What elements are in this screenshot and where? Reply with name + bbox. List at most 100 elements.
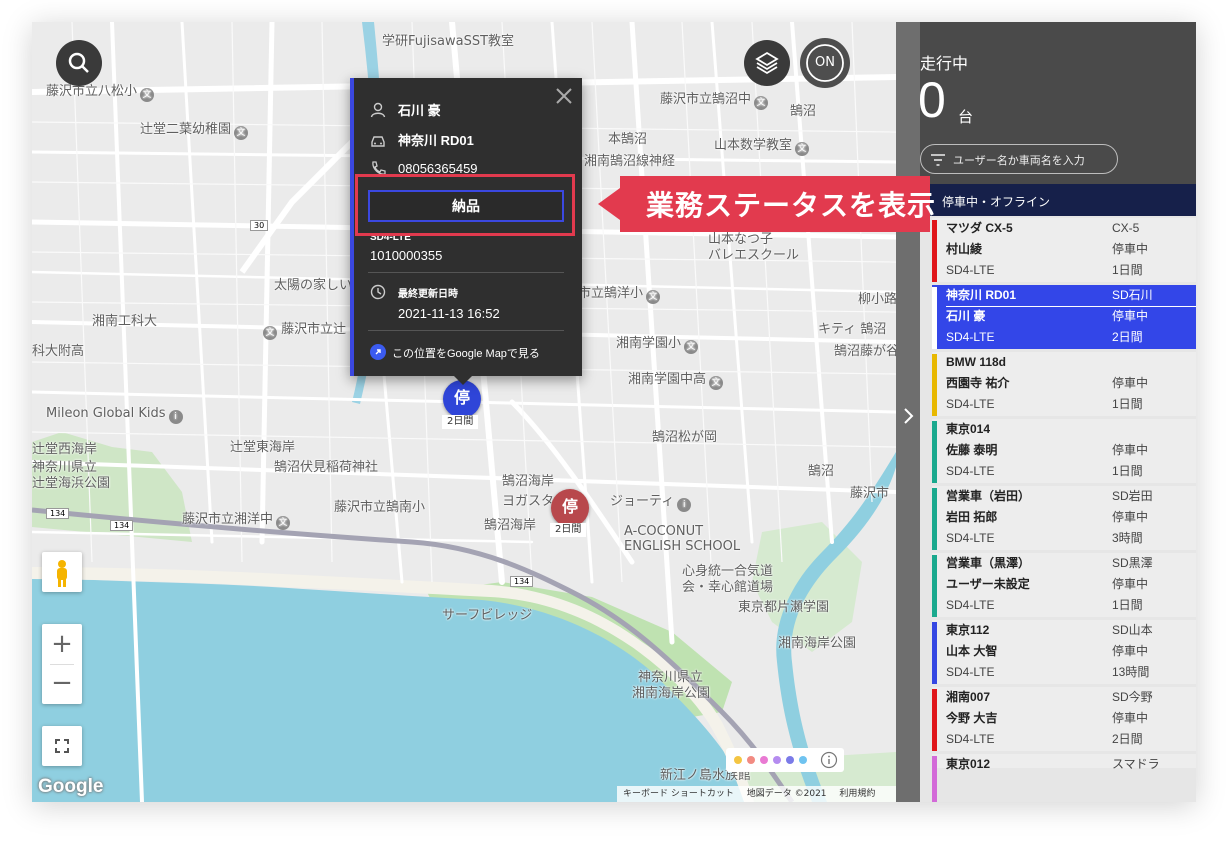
- driver-name: 石川 豪: [398, 103, 441, 118]
- map-label: 辻堂東海岸: [230, 440, 296, 455]
- map-label: 鵠沼: [808, 464, 835, 479]
- device-type: SD4-LTE: [946, 732, 995, 746]
- map-label: 湘南海岸公園: [778, 636, 857, 651]
- vehicle-list-item[interactable]: 営業車（岩田） SD岩田 岩田 拓郎 停車中 SD4-LTE 3時間: [932, 486, 1196, 550]
- legend-color-dot: [760, 756, 768, 764]
- map-label: バレエスクール: [708, 248, 800, 263]
- last-update-label: 最終更新日時: [398, 289, 458, 300]
- search-icon: [68, 52, 89, 73]
- zoom-control: + −: [42, 624, 82, 704]
- map-label: 湘南学園中高文: [628, 372, 724, 390]
- map-label: 藤沢市: [850, 486, 890, 501]
- map-label: 文 藤沢市立辻: [260, 322, 346, 340]
- section-title: 停車中・オフライン: [942, 195, 1051, 209]
- external-link-icon: [370, 344, 386, 360]
- map-view[interactable]: 学研FujisawaSST教室 藤沢市立八松小文 辻堂二葉幼稚園文 藤沢市立鵠沼…: [32, 22, 896, 802]
- vehicle-code: SD山本: [1112, 623, 1153, 637]
- driver-row: 石川 豪: [370, 100, 441, 119]
- route-shield: 134: [46, 508, 70, 519]
- map-label: 山本数学教室文: [714, 138, 810, 156]
- driver-name: 石川 豪: [946, 309, 986, 323]
- panel-header: 走行中 0 台 ユーザー名か車両名を入力: [896, 22, 1196, 184]
- device-type: SD4-LTE: [946, 464, 995, 478]
- layers-button[interactable]: [744, 40, 790, 86]
- map-label: 藤沢市立鵠沼中文: [660, 92, 769, 110]
- stop-duration: 2日間: [1112, 330, 1143, 344]
- tracking-toggle[interactable]: ON: [800, 38, 850, 88]
- map-label: 鵠沼海岸: [502, 474, 555, 489]
- close-icon[interactable]: [554, 86, 574, 106]
- vehicle-color-bar: [932, 488, 937, 550]
- vehicle-filter-input[interactable]: ユーザー名か車両名を入力: [920, 144, 1118, 174]
- vehicle-name: 神奈川 RD01: [398, 133, 474, 148]
- user-icon: [370, 102, 386, 118]
- map-label: 鵠沼海岸: [484, 518, 537, 533]
- vehicle-list-item[interactable]: マツダ CX-5 CX-5 村山綾 停車中 SD4-LTE 1日間: [932, 218, 1196, 282]
- map-label: 鵠沼藤が谷: [834, 344, 896, 359]
- map-label: 心身統一合気道: [682, 564, 774, 579]
- vehicle-row: 神奈川 RD01: [370, 130, 474, 149]
- popup-pointer: [454, 376, 472, 385]
- vehicle-color-bar: [932, 689, 937, 751]
- stop-duration: 1日間: [1112, 598, 1143, 612]
- vehicle-name: BMW 118d: [946, 355, 1007, 369]
- vehicle-list-item[interactable]: BMW 118d 西園寺 祐介 停車中 SD4-LTE 1日間: [932, 352, 1196, 416]
- map-label: 本鵠沼: [608, 132, 648, 147]
- map-label: 会・幸心館道場: [682, 580, 774, 595]
- map-label: ジョーティ i: [610, 494, 692, 512]
- vehicle-name: マツダ CX-5: [946, 221, 1013, 235]
- vehicle-name: 営業車（岩田）: [946, 489, 1031, 503]
- device-type: SD4-LTE: [946, 330, 995, 344]
- fullscreen-icon: [55, 739, 69, 753]
- last-update-time: 2021-11-13 16:52: [398, 306, 500, 321]
- search-button[interactable]: [56, 40, 102, 86]
- stop-duration: 1日間: [1112, 397, 1143, 411]
- vehicle-list-panel: 走行中 0 台 ユーザー名か車両名を入力 停車中・オフライン マツダ CX-5 C…: [896, 22, 1196, 802]
- vehicle-list-item[interactable]: 湘南007 SD今野 今野 大吉 停車中 SD4-LTE 2日間: [932, 687, 1196, 751]
- vehicle-code: SD黒澤: [1112, 556, 1153, 570]
- map-label: 藤沢市立八松小文: [46, 84, 155, 102]
- vehicle-code: SD岩田: [1112, 489, 1153, 503]
- color-legend[interactable]: [726, 748, 844, 772]
- map-label: 辻堂西海岸: [32, 442, 98, 457]
- vehicle-list-item[interactable]: 東京112 SD山本 山本 大智 停車中 SD4-LTE 13時間: [932, 620, 1196, 684]
- map-label: 東京都片瀬学園: [738, 600, 830, 615]
- zoom-in-button[interactable]: +: [42, 624, 82, 664]
- vehicle-list-item[interactable]: 営業車（黒澤） SD黒澤 ユーザー未設定 停車中 SD4-LTE 1日間: [932, 553, 1196, 617]
- car-icon: [371, 136, 385, 147]
- marker-duration-label: 2日間: [550, 523, 587, 537]
- vehicle-color-bar: [932, 287, 937, 349]
- vehicle-list-item[interactable]: 東京012 スマドラ: [932, 754, 1196, 802]
- map-label: 山本なつ子: [708, 232, 774, 247]
- fullscreen-button[interactable]: [42, 726, 82, 766]
- keyboard-shortcuts-link[interactable]: キーボード ショートカット: [623, 789, 734, 799]
- vehicle-code: スマドラ: [1112, 757, 1160, 771]
- street-view-button[interactable]: [42, 552, 82, 592]
- stop-duration: 3時間: [1112, 531, 1143, 545]
- map-label: キティ 鵠沼: [818, 322, 887, 337]
- vehicle-color-bar: [932, 622, 937, 684]
- divider: [368, 272, 564, 273]
- map-label: 藤沢市立鵠南小: [334, 500, 426, 515]
- vehicle-name: 湘南007: [946, 690, 991, 704]
- map-label: 辻堂二葉幼稚園文: [140, 122, 249, 140]
- stop-duration: 1日間: [1112, 464, 1143, 478]
- vehicle-marker[interactable]: 停: [551, 489, 589, 527]
- vehicle-name: 神奈川 RD01: [946, 288, 1017, 302]
- vehicle-code: SD石川: [1112, 288, 1153, 302]
- row-divider: [946, 306, 1196, 307]
- zoom-out-button[interactable]: −: [42, 664, 82, 704]
- map-label: ENGLISH SCHOOL: [624, 539, 741, 554]
- vehicle-name: 東京014: [946, 422, 991, 436]
- google-map-link[interactable]: この位置をGoogle Mapで見る: [370, 344, 540, 361]
- terms-link[interactable]: 利用規約: [839, 789, 875, 799]
- filter-placeholder: ユーザー名か車両名を入力: [953, 154, 1085, 167]
- vehicle-list-item[interactable]: 東京014 佐藤 泰明 停車中 SD4-LTE 1日間: [932, 419, 1196, 483]
- vehicle-list-item[interactable]: 神奈川 RD01 SD石川 石川 豪 停車中 SD4-LTE 2日間: [932, 285, 1196, 349]
- map-data-label: 地図データ ©2021: [746, 789, 827, 799]
- map-label: 市立鵠洋小文: [578, 286, 661, 304]
- device-type: SD4-LTE: [946, 263, 995, 277]
- chevron-right-icon[interactable]: [902, 406, 916, 426]
- driver-name: 村山綾: [946, 242, 983, 256]
- marker-duration-label: 2日間: [442, 415, 479, 429]
